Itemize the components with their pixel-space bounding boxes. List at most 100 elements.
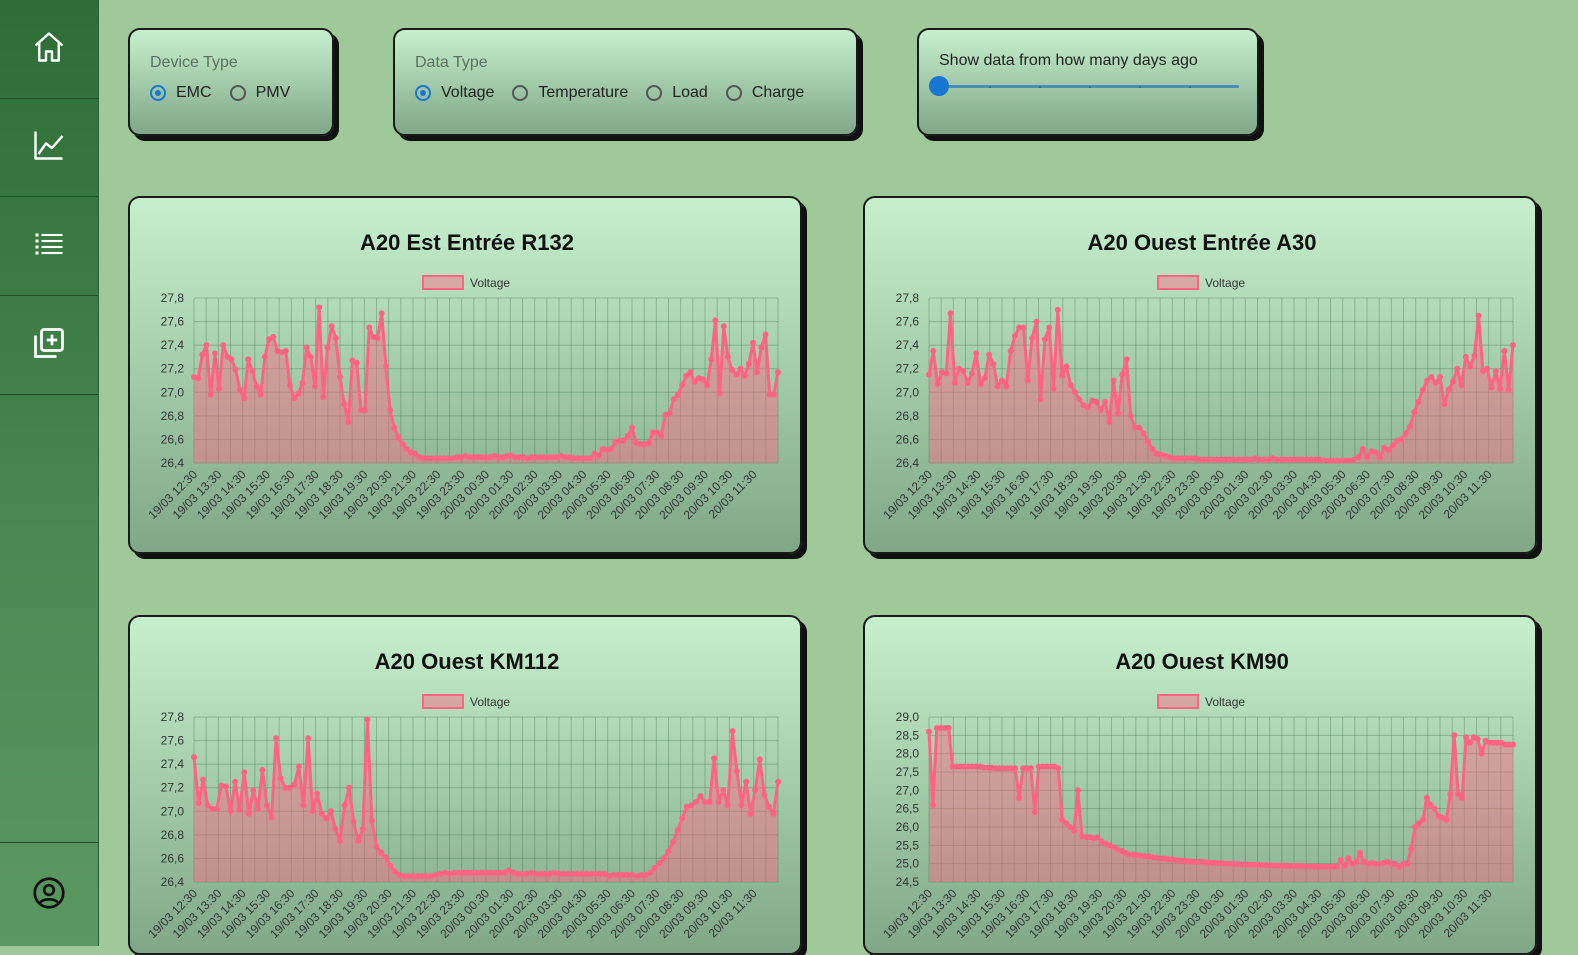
data-point[interactable] [775,778,781,785]
data-point[interactable] [228,356,235,363]
data-point[interactable] [1510,741,1516,748]
data-point[interactable] [341,401,348,408]
data-point[interactable] [259,767,266,773]
legend-label[interactable]: Voltage [470,276,510,290]
data-point[interactable] [745,361,752,367]
data-point[interactable] [674,827,681,834]
data-point[interactable] [679,382,686,389]
data-point[interactable] [261,353,268,360]
data-point[interactable] [220,342,227,349]
data-point[interactable] [729,366,736,373]
data-point[interactable] [295,763,302,770]
data-point[interactable] [1046,324,1053,331]
data-point[interactable] [1054,306,1061,313]
data-point[interactable] [1474,736,1481,742]
data-point[interactable] [241,769,248,776]
radio-temperature[interactable]: Temperature [512,84,628,102]
nav-account[interactable] [0,842,98,947]
radio-pmv-indicator[interactable] [229,85,246,101]
data-point[interactable] [716,390,723,397]
legend-label[interactable]: Voltage [1205,276,1245,290]
data-point[interactable] [232,366,239,373]
data-point[interactable] [353,359,360,366]
data-point[interactable] [378,849,385,856]
data-point[interactable] [1337,857,1344,863]
data-point[interactable] [1428,374,1435,380]
data-point[interactable] [316,304,323,311]
data-point[interactable] [359,826,366,832]
data-point[interactable] [213,805,220,812]
data-point[interactable] [711,755,718,762]
data-point[interactable] [320,394,327,400]
data-point[interactable] [253,383,260,390]
radio-emc[interactable]: EMC [150,84,212,102]
data-point[interactable] [1471,352,1478,359]
data-point[interactable] [1355,454,1362,461]
radio-temperature-indicator[interactable] [512,85,529,101]
data-point[interactable] [770,810,777,817]
data-point[interactable] [254,805,261,812]
data-point[interactable] [724,353,731,360]
data-point[interactable] [926,371,932,378]
data-point[interactable] [1389,442,1396,449]
data-point[interactable] [387,407,394,413]
data-point[interactable] [1475,312,1482,319]
data-point[interactable] [1114,410,1121,417]
data-point[interactable] [362,407,368,413]
data-point[interactable] [1012,765,1019,772]
data-point[interactable] [1463,734,1469,741]
data-point[interactable] [1408,846,1415,852]
radio-emc-indicator[interactable] [150,85,166,101]
data-point[interactable] [227,808,234,815]
data-point[interactable] [738,802,745,809]
data-point[interactable] [216,385,222,392]
nav-charts[interactable] [0,98,98,197]
data-point[interactable] [1033,318,1040,325]
data-point[interactable] [328,323,335,330]
data-point[interactable] [994,383,1001,390]
data-point[interactable] [1119,371,1126,378]
data-point[interactable] [1102,398,1109,405]
data-point[interactable] [1076,396,1083,403]
data-point[interactable] [752,787,759,794]
data-point[interactable] [211,350,218,357]
data-point[interactable] [624,432,631,439]
radio-pmv[interactable]: PMV [229,84,290,102]
data-point[interactable] [926,728,932,735]
data-point[interactable] [679,815,686,822]
data-point[interactable] [947,310,954,317]
data-point[interactable] [337,374,343,380]
data-point[interactable] [1467,363,1474,370]
data-point[interactable] [747,810,754,817]
data-point[interactable] [756,756,763,763]
data-point[interactable] [1011,332,1018,339]
data-point[interactable] [943,370,950,377]
data-point[interactable] [770,391,777,398]
data-point[interactable] [1050,385,1057,392]
data-point[interactable] [1063,363,1070,370]
data-point[interactable] [968,370,975,377]
data-point[interactable] [674,391,681,398]
data-point[interactable] [1458,382,1465,389]
data-point[interactable] [743,778,750,785]
data-point[interactable] [981,375,988,382]
data-point[interactable] [1451,732,1458,739]
data-point[interactable] [257,391,264,398]
data-point[interactable] [203,342,210,349]
data-point[interactable] [737,365,744,372]
data-point[interactable] [291,395,298,402]
data-point[interactable] [733,768,740,775]
data-point[interactable] [1447,791,1454,797]
data-point[interactable] [1437,374,1443,380]
data-point[interactable] [665,848,672,855]
data-point[interactable] [355,837,362,844]
data-point[interactable] [666,410,673,417]
radio-voltage[interactable]: Voltage [415,84,494,102]
data-point[interactable] [332,335,339,342]
data-point[interactable] [1029,335,1036,342]
days-slider-track[interactable] [939,85,1239,88]
data-point[interactable] [332,826,339,832]
data-point[interactable] [670,396,677,403]
data-point[interactable] [1110,377,1117,384]
data-point[interactable] [660,855,667,862]
